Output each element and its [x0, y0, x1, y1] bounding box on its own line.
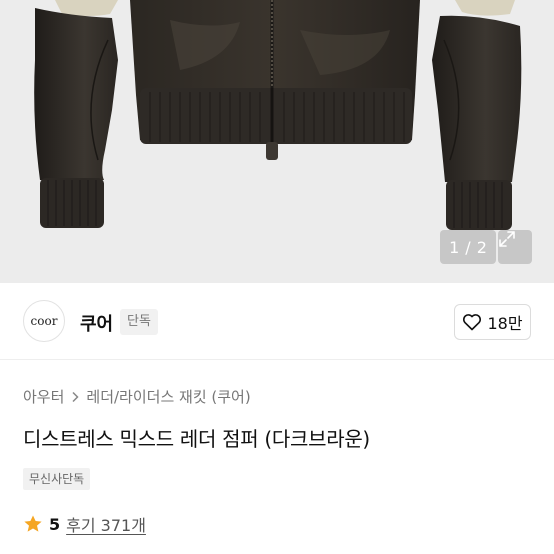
brand-logo-text: coor — [30, 314, 58, 328]
brand-exclusive-badge: 단독 — [120, 309, 158, 335]
breadcrumb-item-category[interactable]: 레더/라이더스 재킷 (쿠어) — [86, 386, 250, 407]
like-count: 18만 — [487, 314, 523, 333]
product-image[interactable]: 1 / 2 — [0, 0, 554, 283]
review-count-link[interactable]: 후기 371개 — [66, 512, 146, 536]
heart-outline-icon — [463, 314, 482, 331]
like-button[interactable]: 18만 — [454, 304, 531, 340]
brand-name[interactable]: 쿠어 — [80, 310, 113, 336]
exclusive-badge: 무신사단독 — [23, 468, 91, 490]
current-page: 1 — [449, 237, 460, 257]
rating-row: 5 후기 371개 — [23, 512, 146, 536]
breadcrumb-item-outer[interactable]: 아우터 — [23, 386, 64, 407]
brand-row: coor 쿠어 단독 18만 — [0, 283, 554, 360]
product-title: 디스트레스 믹스드 레더 점퍼 (다크브라운) — [23, 427, 370, 451]
image-page-indicator: 1 / 2 — [440, 230, 496, 264]
chevron-right-icon — [72, 391, 79, 402]
brand-logo[interactable]: coor — [23, 300, 65, 342]
expand-image-button[interactable] — [498, 230, 532, 264]
star-icon — [24, 515, 42, 532]
expand-arrows-icon — [499, 231, 515, 247]
total-pages: 2 — [476, 237, 487, 257]
page-separator: / — [465, 237, 471, 257]
rating-score: 5 — [49, 514, 61, 534]
breadcrumb: 아우터 레더/라이더스 재킷 (쿠어) — [23, 386, 251, 407]
